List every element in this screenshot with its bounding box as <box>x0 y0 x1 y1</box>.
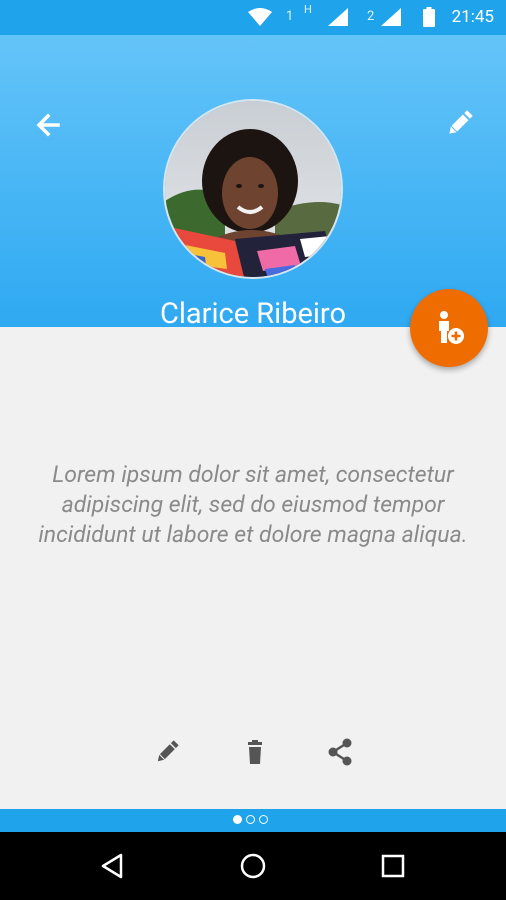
wifi-icon <box>248 8 272 26</box>
arrow-left-icon <box>36 113 60 137</box>
navigation-bar <box>0 832 506 900</box>
back-triangle-icon <box>101 853 123 879</box>
nav-home-button[interactable] <box>237 850 269 882</box>
add-contact-fab[interactable] <box>410 289 488 367</box>
page-dot[interactable] <box>246 815 255 824</box>
status-bar: 1 H 2 21:45 <box>0 0 506 35</box>
share-button[interactable] <box>325 737 355 767</box>
status-time: 21:45 <box>451 7 494 27</box>
add-person-icon <box>439 311 464 344</box>
nav-recents-button[interactable] <box>377 850 409 882</box>
sim2-label: 2 <box>367 9 375 24</box>
pencil-icon <box>157 740 179 762</box>
signal-icon <box>328 8 348 26</box>
recents-square-icon <box>381 854 405 878</box>
network-type-label: H <box>304 3 312 16</box>
profile-description: Lorem ipsum dolor sit amet, consectetur … <box>38 461 468 548</box>
share-icon <box>328 738 352 766</box>
home-circle-icon <box>240 853 266 879</box>
back-button[interactable] <box>30 107 66 143</box>
edit-button[interactable] <box>152 737 182 767</box>
pencil-icon <box>449 110 473 134</box>
page-dot-active[interactable] <box>233 815 242 824</box>
edit-profile-button[interactable] <box>442 105 478 141</box>
sim1-label: 1 <box>286 9 294 24</box>
trash-icon <box>248 740 262 764</box>
avatar <box>163 99 343 279</box>
signal-icon <box>381 8 401 26</box>
page-indicator-bar <box>0 809 506 832</box>
profile-header: Clarice Ribeiro <box>0 35 506 331</box>
nav-back-button[interactable] <box>97 850 129 882</box>
delete-button[interactable] <box>240 737 270 767</box>
page-dot[interactable] <box>259 815 268 824</box>
battery-icon <box>423 7 435 27</box>
